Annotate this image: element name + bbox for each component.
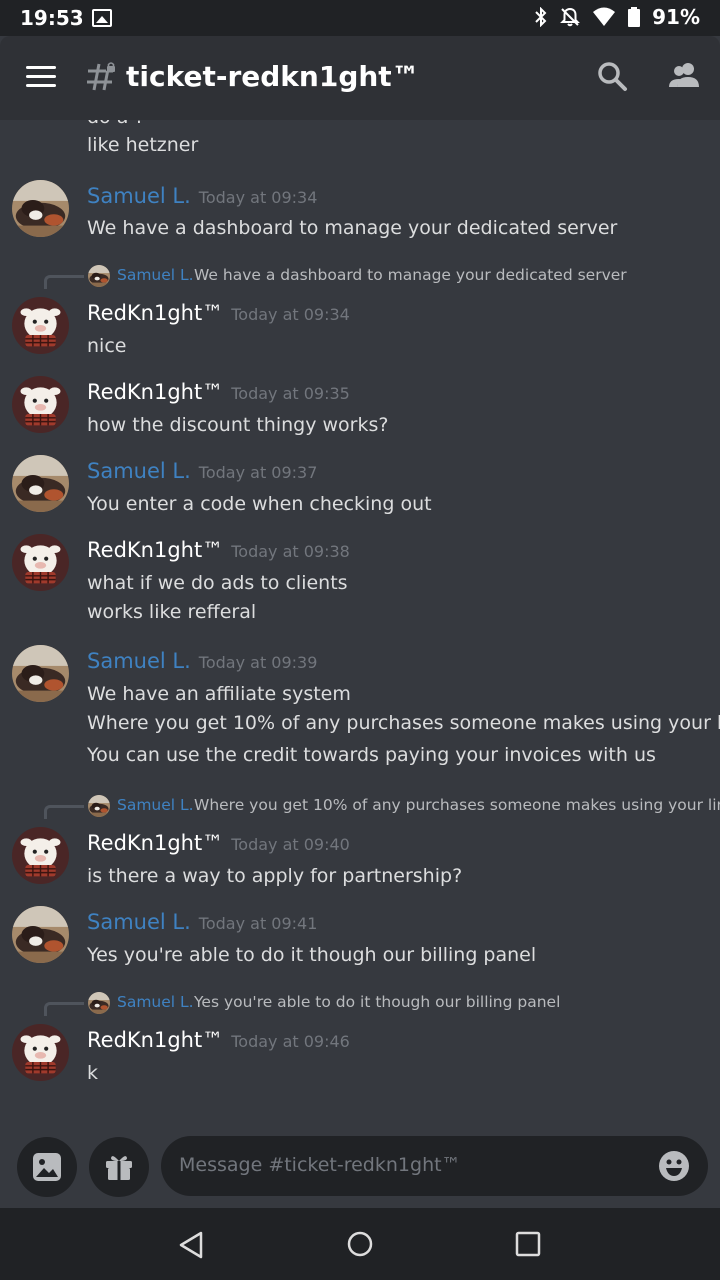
message-timestamp: Today at 09:39 (198, 653, 318, 672)
message-timestamp: Today at 09:40 (231, 835, 350, 854)
message-list[interactable]: do a ? like hetzner Samuel L.Today at 09… (0, 120, 720, 1130)
avatar[interactable] (12, 827, 69, 884)
avatar[interactable] (12, 645, 69, 702)
search-icon[interactable] (596, 60, 628, 92)
notifications-off-icon (560, 7, 581, 27)
avatar[interactable] (12, 297, 69, 354)
recents-icon[interactable] (514, 1230, 542, 1258)
image-upload-icon (33, 1153, 61, 1181)
message-timestamp: Today at 09:35 (231, 384, 350, 403)
message-text: Where you get 10% of any purchases someo… (87, 712, 720, 734)
message-text: works like refferal (87, 601, 257, 623)
bluetooth-icon (535, 7, 547, 27)
message-timestamp: Today at 09:37 (198, 463, 318, 482)
emoji-icon[interactable] (658, 1150, 690, 1182)
channel-header: ticket-redkn1ght™ (0, 36, 720, 120)
message-input-placeholder: Message #ticket-redkn1ght™ (179, 1154, 461, 1176)
back-icon[interactable] (176, 1230, 206, 1260)
avatar[interactable] (12, 906, 69, 963)
gift-icon (106, 1156, 132, 1180)
image-upload-button[interactable] (17, 1137, 77, 1197)
message-author[interactable]: Samuel L. Today at 09:37 (87, 459, 317, 483)
message-author[interactable]: RedKn1ght™ Today at 09:35 (87, 380, 350, 404)
avatar (88, 265, 110, 287)
message-author[interactable]: Samuel L. Today at 09:34 (87, 184, 317, 208)
reply-text: Where you get 10% of any purchases someo… (194, 796, 720, 814)
message-text: We have a dashboard to manage your dedic… (87, 217, 618, 239)
home-icon[interactable] (346, 1230, 374, 1258)
reply-author: Samuel L. (117, 266, 194, 284)
message-text: We have an affiliate system (87, 683, 351, 705)
message-timestamp: Today at 09:41 (198, 914, 318, 933)
message-text: Yes you're able to do it though our bill… (87, 944, 537, 966)
message-timestamp: Today at 09:34 (231, 305, 350, 324)
status-bar: 19:53 91% (0, 0, 720, 36)
avatar[interactable] (12, 1024, 69, 1081)
message-text: k (87, 1062, 99, 1084)
message-timestamp: Today at 09:34 (198, 188, 318, 207)
message-text: You can use the credit towards paying yo… (87, 744, 656, 766)
avatar[interactable] (12, 534, 69, 591)
message-text: is there a way to apply for partnership? (87, 865, 463, 887)
menu-icon[interactable] (26, 66, 56, 90)
message-text: nice (87, 335, 127, 357)
gift-button[interactable] (89, 1137, 149, 1197)
system-nav-bar (0, 1208, 720, 1280)
message-author[interactable]: RedKn1ght™ Today at 09:46 (87, 1028, 350, 1052)
avatar[interactable] (12, 376, 69, 433)
avatar[interactable] (12, 180, 69, 237)
reply-author: Samuel L. (117, 993, 194, 1011)
battery-icon (628, 7, 641, 27)
message-author[interactable]: RedKn1ght™ Today at 09:40 (87, 831, 350, 855)
channel-title: ticket-redkn1ght™ (126, 60, 420, 93)
avatar (88, 795, 110, 817)
message-text: how the discount thingy works? (87, 414, 389, 436)
message-author[interactable]: RedKn1ght™ Today at 09:34 (87, 301, 350, 325)
status-time: 19:53 (20, 6, 84, 30)
reply-text: We have a dashboard to manage your dedic… (194, 266, 627, 284)
message-text: what if we do ads to clients (87, 572, 348, 594)
message-text: You enter a code when checking out (87, 493, 432, 515)
members-icon[interactable] (666, 60, 702, 92)
message-author[interactable]: Samuel L. Today at 09:41 (87, 910, 317, 934)
message-author[interactable]: Samuel L. Today at 09:39 (87, 649, 317, 673)
battery-percent: 91% (652, 5, 700, 29)
image-icon (92, 9, 112, 27)
avatar (88, 992, 110, 1014)
message-timestamp: Today at 09:38 (231, 542, 350, 561)
message-text: like hetzner (87, 134, 199, 156)
message-composer: Message #ticket-redkn1ght™ (0, 1130, 720, 1208)
avatar[interactable] (12, 455, 69, 512)
reply-text: Yes you're able to do it though our bill… (194, 993, 561, 1011)
wifi-icon (593, 7, 616, 26)
message-author[interactable]: RedKn1ght™ Today at 09:38 (87, 538, 350, 562)
reply-author: Samuel L. (117, 796, 194, 814)
message-partial: do a ? (87, 120, 145, 128)
message-timestamp: Today at 09:46 (231, 1032, 350, 1051)
message-input[interactable]: Message #ticket-redkn1ght™ (161, 1136, 708, 1196)
locked-channel-icon (87, 62, 116, 91)
